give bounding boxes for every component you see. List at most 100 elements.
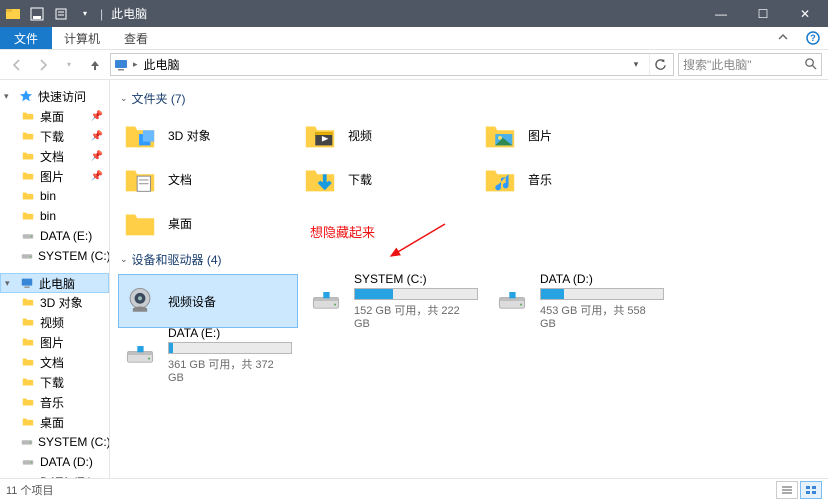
forward-button[interactable] (32, 54, 54, 76)
navigation-sidebar: ▾ 快速访问 桌面📌下载📌文档📌图片📌binbinDATA (E:)SYSTEM… (0, 80, 110, 478)
library-folder[interactable]: 视频 (298, 113, 478, 157)
folder-icon (20, 354, 36, 370)
recent-dropdown-icon[interactable]: ▾ (58, 54, 80, 76)
search-placeholder: 搜索"此电脑" (683, 56, 752, 73)
folders-grid: 3D 对象视频图片文档 下载 音乐桌面 (118, 113, 820, 245)
sidebar-item[interactable]: 桌面 📌 (0, 106, 109, 126)
ribbon: 文件 计算机 查看 ? (0, 27, 828, 50)
back-button[interactable] (6, 54, 28, 76)
folder-icon (482, 117, 518, 153)
library-folder[interactable]: 3D 对象 (118, 113, 298, 157)
folder-icon (122, 117, 158, 153)
file-tab[interactable]: 文件 (0, 27, 52, 49)
folder-icon (20, 208, 36, 224)
folder-icon (20, 108, 36, 124)
storage-free-label: 152 GB 可用，共 222 GB (354, 302, 478, 330)
library-folder[interactable]: 桌面 (118, 201, 298, 245)
chevron-down-icon[interactable]: ▾ (4, 91, 14, 102)
sidebar-item[interactable]: bin (0, 206, 109, 226)
sidebar-item-label: 桌面 (40, 414, 64, 431)
search-icon[interactable] (804, 57, 817, 73)
breadcrumb-this-pc[interactable]: 此电脑 (142, 56, 182, 73)
device-drive[interactable]: DATA (D:)453 GB 可用，共 558 GB (490, 274, 670, 328)
sidebar-item[interactable]: 文档 (0, 352, 109, 372)
status-bar: 11 个项目 (0, 478, 828, 500)
storage-free-label: 453 GB 可用，共 558 GB (540, 302, 664, 330)
titlebar: ▾ | 此电脑 — ☐ ✕ (0, 0, 828, 27)
section-devices[interactable]: ⌄ 设备和驱动器 (4) (120, 251, 820, 268)
sidebar-item[interactable]: 文档📌 (0, 146, 109, 166)
sidebar-item[interactable]: 桌面 (0, 412, 109, 432)
search-input[interactable]: 搜索"此电脑" (678, 53, 822, 76)
address-dropdown-icon[interactable]: ▾ (627, 59, 645, 70)
maximize-button[interactable]: ☐ (742, 0, 784, 27)
device-name: SYSTEM (C:) (354, 272, 478, 286)
section-folders[interactable]: ⌄ 文件夹 (7) (120, 90, 820, 107)
device-drive[interactable]: SYSTEM (C:) 152 GB 可用，共 222 GB (304, 274, 484, 328)
section-label: 文件夹 (7) (132, 90, 186, 107)
library-folder[interactable]: 图片 (478, 113, 658, 157)
sidebar-item-label: 视频 (40, 314, 64, 331)
minimize-button[interactable]: — (700, 0, 742, 27)
folder-icon (302, 117, 338, 153)
device-drive[interactable]: DATA (E:)361 GB 可用，共 372 GB (118, 328, 298, 382)
sidebar-item[interactable]: DATA (D:) (0, 452, 109, 472)
address-bar[interactable]: ▸ 此电脑 ▾ (110, 53, 674, 76)
drive-icon (20, 454, 36, 470)
help-button[interactable]: ? (798, 27, 828, 49)
tab-view[interactable]: 查看 (112, 27, 160, 49)
chevron-down-icon[interactable]: ▾ (5, 278, 15, 289)
sidebar-item[interactable]: 音乐 (0, 392, 109, 412)
folder-label: 桌面 (168, 215, 192, 232)
sidebar-item[interactable]: DATA (E:) (0, 226, 109, 246)
drive-icon (122, 337, 158, 373)
qat-dropdown-icon[interactable]: ▾ (74, 3, 96, 25)
sidebar-item[interactable]: 下载📌 (0, 126, 109, 146)
folder-icon (20, 294, 36, 310)
storage-bar (168, 342, 292, 354)
sidebar-item[interactable]: 3D 对象 (0, 292, 109, 312)
library-folder[interactable]: 下载 (298, 157, 478, 201)
folder-icon (20, 168, 36, 184)
details-view-button[interactable] (776, 481, 798, 499)
drive-icon (308, 283, 344, 319)
address-row: ▾ ▸ 此电脑 ▾ 搜索"此电脑" (0, 50, 828, 80)
sidebar-item[interactable]: SYSTEM (C:) (0, 246, 109, 266)
up-button[interactable] (84, 54, 106, 76)
sidebar-item[interactable]: SYSTEM (C:) (0, 432, 109, 452)
refresh-button[interactable] (649, 54, 671, 75)
ribbon-toggle-icon[interactable] (768, 27, 798, 49)
sidebar-item[interactable]: 下载 (0, 372, 109, 392)
sidebar-item-label: 文档 (40, 354, 64, 371)
chevron-down-icon[interactable]: ⌄ (120, 93, 128, 104)
qat-properties-icon[interactable] (50, 3, 72, 25)
sidebar-quick-access[interactable]: ▾ 快速访问 (0, 86, 109, 106)
device-webcam[interactable]: 视频设备 (118, 274, 298, 328)
icons-view-button[interactable] (800, 481, 822, 499)
sidebar-item-label: SYSTEM (C:) (38, 435, 110, 449)
tab-computer[interactable]: 计算机 (52, 27, 112, 49)
chevron-right-icon[interactable]: ▸ (133, 59, 138, 70)
sidebar-item[interactable]: bin (0, 186, 109, 206)
folder-icon (122, 205, 158, 241)
sidebar-item-label: 桌面 (40, 108, 64, 125)
sidebar-item-label: DATA (E:) (40, 229, 92, 243)
folder-label: 下载 (348, 171, 372, 188)
sidebar-this-pc[interactable]: ▾ 此电脑 (0, 273, 109, 293)
library-folder[interactable]: 音乐 (478, 157, 658, 201)
star-icon (18, 88, 34, 104)
sidebar-item[interactable]: 图片📌 (0, 166, 109, 186)
storage-bar (540, 288, 664, 300)
sidebar-item[interactable]: 图片 (0, 332, 109, 352)
sidebar-item[interactable]: 视频 (0, 312, 109, 332)
folder-icon (20, 414, 36, 430)
close-button[interactable]: ✕ (784, 0, 826, 27)
library-folder[interactable]: 文档 (118, 157, 298, 201)
chevron-down-icon[interactable]: ⌄ (120, 254, 128, 265)
folder-icon (302, 161, 338, 197)
sidebar-item-label: DATA (D:) (40, 455, 93, 469)
qat-save-icon[interactable] (26, 3, 48, 25)
sidebar-item-label: 3D 对象 (40, 294, 83, 311)
sidebar-label: 此电脑 (39, 275, 75, 292)
pin-icon: 📌 (91, 111, 103, 122)
